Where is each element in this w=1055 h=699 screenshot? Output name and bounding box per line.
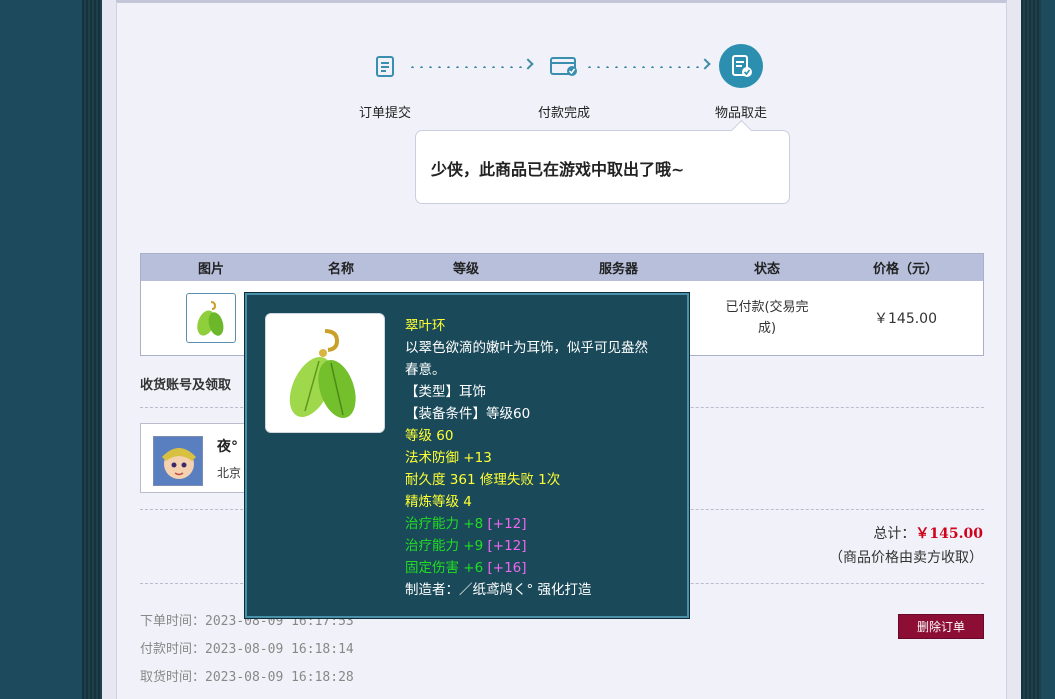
step-payment-done: 付款完成 — [514, 44, 614, 121]
time-value: 2023-08-09 16:18:28 — [205, 670, 354, 685]
item-magic-def: 法术防御 +13 — [405, 450, 492, 466]
item-level: 等级 60 — [405, 428, 454, 444]
total-amount: ￥145.00 — [915, 526, 983, 542]
item-heal2: 治疗能力 +9 [+12] — [405, 538, 527, 554]
item-equip-req: 【装备条件】等级60 — [405, 406, 531, 422]
item-fixed-dmg: 固定伤害 +6 [+16] — [405, 560, 527, 576]
avatar — [153, 436, 203, 486]
clipboard-icon — [363, 44, 407, 88]
header-server: 服务器 — [598, 262, 638, 277]
header-name: 名称 — [327, 262, 354, 277]
header-price: 价格（元） — [872, 262, 938, 277]
step-label: 付款完成 — [537, 106, 590, 121]
time-label: 取货时间： — [140, 670, 206, 685]
receiver-section-title: 收货账号及领取 — [140, 378, 232, 393]
pickup-time: 取货时间：2023-08-09 16:18:28 — [140, 666, 354, 685]
cell-price: ￥145.00 — [874, 311, 937, 327]
left-border-decoration — [82, 0, 102, 699]
payment-time: 付款时间：2023-08-09 16:18:14 — [140, 638, 354, 657]
step-connector — [585, 66, 705, 68]
item-desc-line1: 以翠色欲滴的嫩叶为耳饰，似乎可见盎然 — [405, 340, 648, 356]
item-image — [265, 313, 385, 433]
item-maker: 制造者：／纸鸢鸠く° 强化打造 — [405, 582, 592, 598]
step-connector — [408, 66, 528, 68]
total-note: （商品价格由卖方收取） — [829, 550, 983, 566]
item-refine: 精炼等级 4 — [405, 494, 472, 510]
cell-status: 已付款(交易完 成) — [706, 297, 828, 339]
item-thumbnail[interactable] — [186, 293, 236, 343]
step-label: 物品取走 — [714, 106, 767, 121]
status-message: 少侠，此商品已在游戏中取出了哦~ — [431, 160, 685, 179]
delete-order-button[interactable]: 删除订单 — [898, 614, 984, 639]
step-order-submitted: 订单提交 — [335, 44, 435, 121]
header-status: 状态 — [753, 262, 780, 277]
card-check-icon — [542, 44, 586, 88]
item-type: 【类型】耳饰 — [405, 384, 486, 400]
step-label: 订单提交 — [358, 106, 411, 121]
total-label: 总计： — [873, 526, 916, 542]
time-value: 2023-08-09 16:18:14 — [205, 642, 354, 657]
right-border-decoration — [1021, 0, 1041, 699]
header-level: 等级 — [452, 262, 479, 277]
item-heal1: 治疗能力 +8 [+12] — [405, 516, 527, 532]
step-item-taken: 物品取走 — [691, 44, 791, 121]
time-label: 付款时间： — [140, 642, 206, 657]
status-line1: 已付款(交易完 — [725, 300, 809, 315]
header-image: 图片 — [197, 262, 224, 277]
order-total: 总计：￥145.00 — [873, 523, 983, 543]
table-header: 图片 名称 等级 服务器 状态 价格（元） — [141, 254, 983, 281]
status-line2: 成) — [757, 321, 777, 336]
account-server: 北京 — [217, 466, 242, 480]
document-check-icon — [719, 44, 763, 88]
status-message-bubble: 少侠，此商品已在游戏中取出了哦~ — [415, 130, 790, 204]
item-tooltip: 翠叶环 以翠色欲滴的嫩叶为耳饰，似乎可见盎然 春意。 【类型】耳饰 【装备条件】… — [245, 293, 689, 618]
time-label: 下单时间： — [140, 614, 206, 629]
item-desc-line2: 春意。 — [405, 362, 446, 378]
account-name: 夜° — [217, 439, 238, 455]
item-durability: 耐久度 361 修理失败 1次 — [405, 472, 561, 488]
item-name: 翠叶环 — [405, 318, 446, 334]
